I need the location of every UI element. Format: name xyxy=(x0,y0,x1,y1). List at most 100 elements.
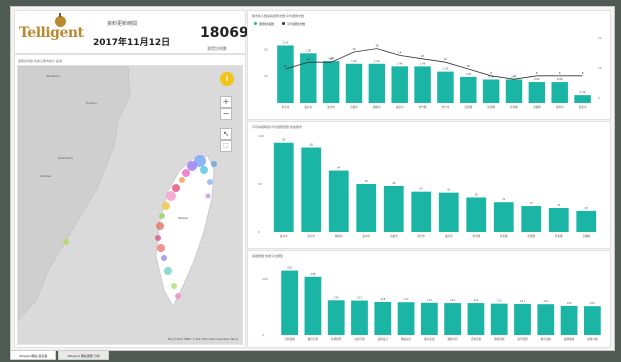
bar xyxy=(548,208,569,232)
line-label: 8 xyxy=(536,71,538,75)
data-label: 42 xyxy=(420,187,424,191)
map-place-quanzhou: Quanzhou xyxy=(58,156,74,160)
line-label: 10 xyxy=(284,64,288,68)
data-label: 1.9K xyxy=(305,48,311,52)
x-tick-label: 新北市 xyxy=(307,234,315,238)
line-label: 16 xyxy=(375,44,379,48)
bar xyxy=(493,202,514,232)
map-view[interactable]: Wenzhou Fuzhou Quanzhou Xiamen Taiwan i … xyxy=(17,65,243,345)
bar xyxy=(304,276,322,335)
x-tick-label: 基隆市 xyxy=(556,105,564,109)
y2-tick-label: 20 xyxy=(598,36,602,40)
bar xyxy=(345,63,363,103)
data-label: 22 xyxy=(585,206,589,210)
x-tick-label: 業務推廣 xyxy=(564,337,575,341)
data-label: 1.2K xyxy=(443,67,449,71)
bar xyxy=(466,197,487,232)
bar xyxy=(560,305,578,335)
y-tick-label: 100 xyxy=(258,134,264,138)
line-label: 8 xyxy=(490,71,492,75)
map-info-pin-icon[interactable]: i xyxy=(220,72,234,86)
data-label: 64 xyxy=(337,166,341,170)
map-place-wenzhou: Wenzhou xyxy=(46,74,60,78)
lasso-select-icon[interactable]: ⬚ xyxy=(220,140,232,152)
y2-tick-label: 0 xyxy=(598,96,600,100)
bar xyxy=(574,95,591,103)
x-tick-label: 高雄市 xyxy=(390,234,398,238)
x-tick-label: 媒體公關 xyxy=(587,337,598,341)
bar xyxy=(397,302,415,335)
y-tick-label: 0 xyxy=(258,230,260,234)
tab-dashboard[interactable]: Telligent網站 儀表板 xyxy=(10,350,57,360)
bar xyxy=(277,45,294,103)
x-tick-label: 臺北市 xyxy=(304,105,312,109)
tab-analysis[interactable]: Telligent 網站瀏覽 分析 xyxy=(58,350,109,360)
data-label: 230 xyxy=(287,266,292,270)
line-label: 8 xyxy=(559,71,561,75)
chart3-svg[interactable]: 230 行銷規劃 208 數位行銷 124 社群經營 123 內容行銷 118 品牌設計 117 網站… xyxy=(248,251,610,347)
bar xyxy=(460,76,477,103)
data-label: 93 xyxy=(282,138,286,142)
bar xyxy=(414,66,431,103)
map-title: 瀏覽訪客數 依據子縣市劃分 區域 xyxy=(18,59,62,63)
x-tick-label: 策略規劃 xyxy=(494,337,505,341)
data-label: 1.5K xyxy=(374,59,380,63)
bar xyxy=(505,79,523,103)
x-tick-label: 宜蘭縣 xyxy=(582,234,590,238)
data-label: 114 xyxy=(473,298,478,302)
x-tick-label: 嘉義市 xyxy=(579,105,587,109)
data-label: 1.5K xyxy=(351,59,357,63)
x-tick-label: 新竹縣 xyxy=(472,234,480,238)
data-label: 88 xyxy=(310,143,314,147)
y-tick-label: 1K xyxy=(264,74,269,78)
y-tick-label: 0 xyxy=(262,333,264,337)
line-label: 15 xyxy=(352,47,356,51)
x-tick-label: 臺北市 xyxy=(280,234,288,238)
x-tick-label: 高雄市 xyxy=(350,105,358,109)
x-tick-label: 桃園市 xyxy=(335,234,343,238)
zoom-out-button[interactable]: − xyxy=(220,108,232,120)
data-label: 1.0K xyxy=(465,72,471,76)
line-label: 12 xyxy=(307,57,311,61)
bar xyxy=(351,300,368,335)
bar xyxy=(490,303,508,335)
bar xyxy=(521,206,542,232)
data-label: 112 xyxy=(497,299,502,303)
data-label: 123 xyxy=(357,296,362,300)
bar xyxy=(328,170,349,232)
bar xyxy=(301,147,322,232)
chart1-svg[interactable]: 2.2K新北市1.9K臺北市1.6K臺中市1.5K高雄市1.5K桃園市1.4K臺… xyxy=(248,11,610,119)
x-tick-label: 臺中市 xyxy=(362,234,370,238)
chart2-svg[interactable]: 93 臺北市 88 新北市 64 桃園市 50 臺中市 48 高雄市 42 新竹市 41 臺南市 36 新竹縣… xyxy=(248,122,610,248)
bar xyxy=(482,79,500,103)
pointer-icon[interactable]: ↖ xyxy=(220,128,232,140)
bar xyxy=(411,191,432,232)
x-tick-label: 臺中市 xyxy=(327,105,335,109)
chart2-panel: 平均停留時間/平均瀏覽頁數 依據縣市 93 臺北市 88 新北市 64 桃園市 50 臺中市 4… xyxy=(247,121,611,249)
bar xyxy=(391,66,408,103)
data-label: 110 xyxy=(543,299,548,303)
bar xyxy=(374,301,392,335)
zoom-in-button[interactable]: + xyxy=(220,96,232,108)
x-tick-label: 彰化縣 xyxy=(510,105,518,109)
map-place-taiwan: Taiwan xyxy=(178,216,189,220)
data-label: 208 xyxy=(310,272,315,276)
data-label: 1.4K xyxy=(397,61,403,65)
map-place-fuzhou: Fuzhou xyxy=(86,101,97,105)
data-label: 25 xyxy=(557,203,561,207)
x-tick-label: 苗栗縣 xyxy=(464,105,472,109)
x-tick-label: 宜蘭縣 xyxy=(533,105,541,109)
x-tick-label: 臺南市 xyxy=(396,105,404,109)
bar xyxy=(322,61,340,103)
update-date: 2017年11月12日 xyxy=(93,38,171,48)
x-tick-label: 品牌設計 xyxy=(378,337,389,341)
data-label: 48 xyxy=(392,181,396,185)
x-tick-label: 新北市 xyxy=(282,105,290,109)
line-label: 13 xyxy=(421,54,425,58)
data-label: 111 xyxy=(520,299,525,303)
map-attribution: Bing ©2017 HERE, © 2017 Microsoft Corpor… xyxy=(168,338,238,341)
map-panel: 瀏覽訪客數 依據子縣市劃分 區域 Wenzhou Fuzhou Quanzhou… xyxy=(14,54,246,348)
y-tick-label: 50 xyxy=(258,182,262,186)
y2-tick-label: 10 xyxy=(598,66,602,70)
x-tick-label: 新竹縣 xyxy=(419,105,427,109)
